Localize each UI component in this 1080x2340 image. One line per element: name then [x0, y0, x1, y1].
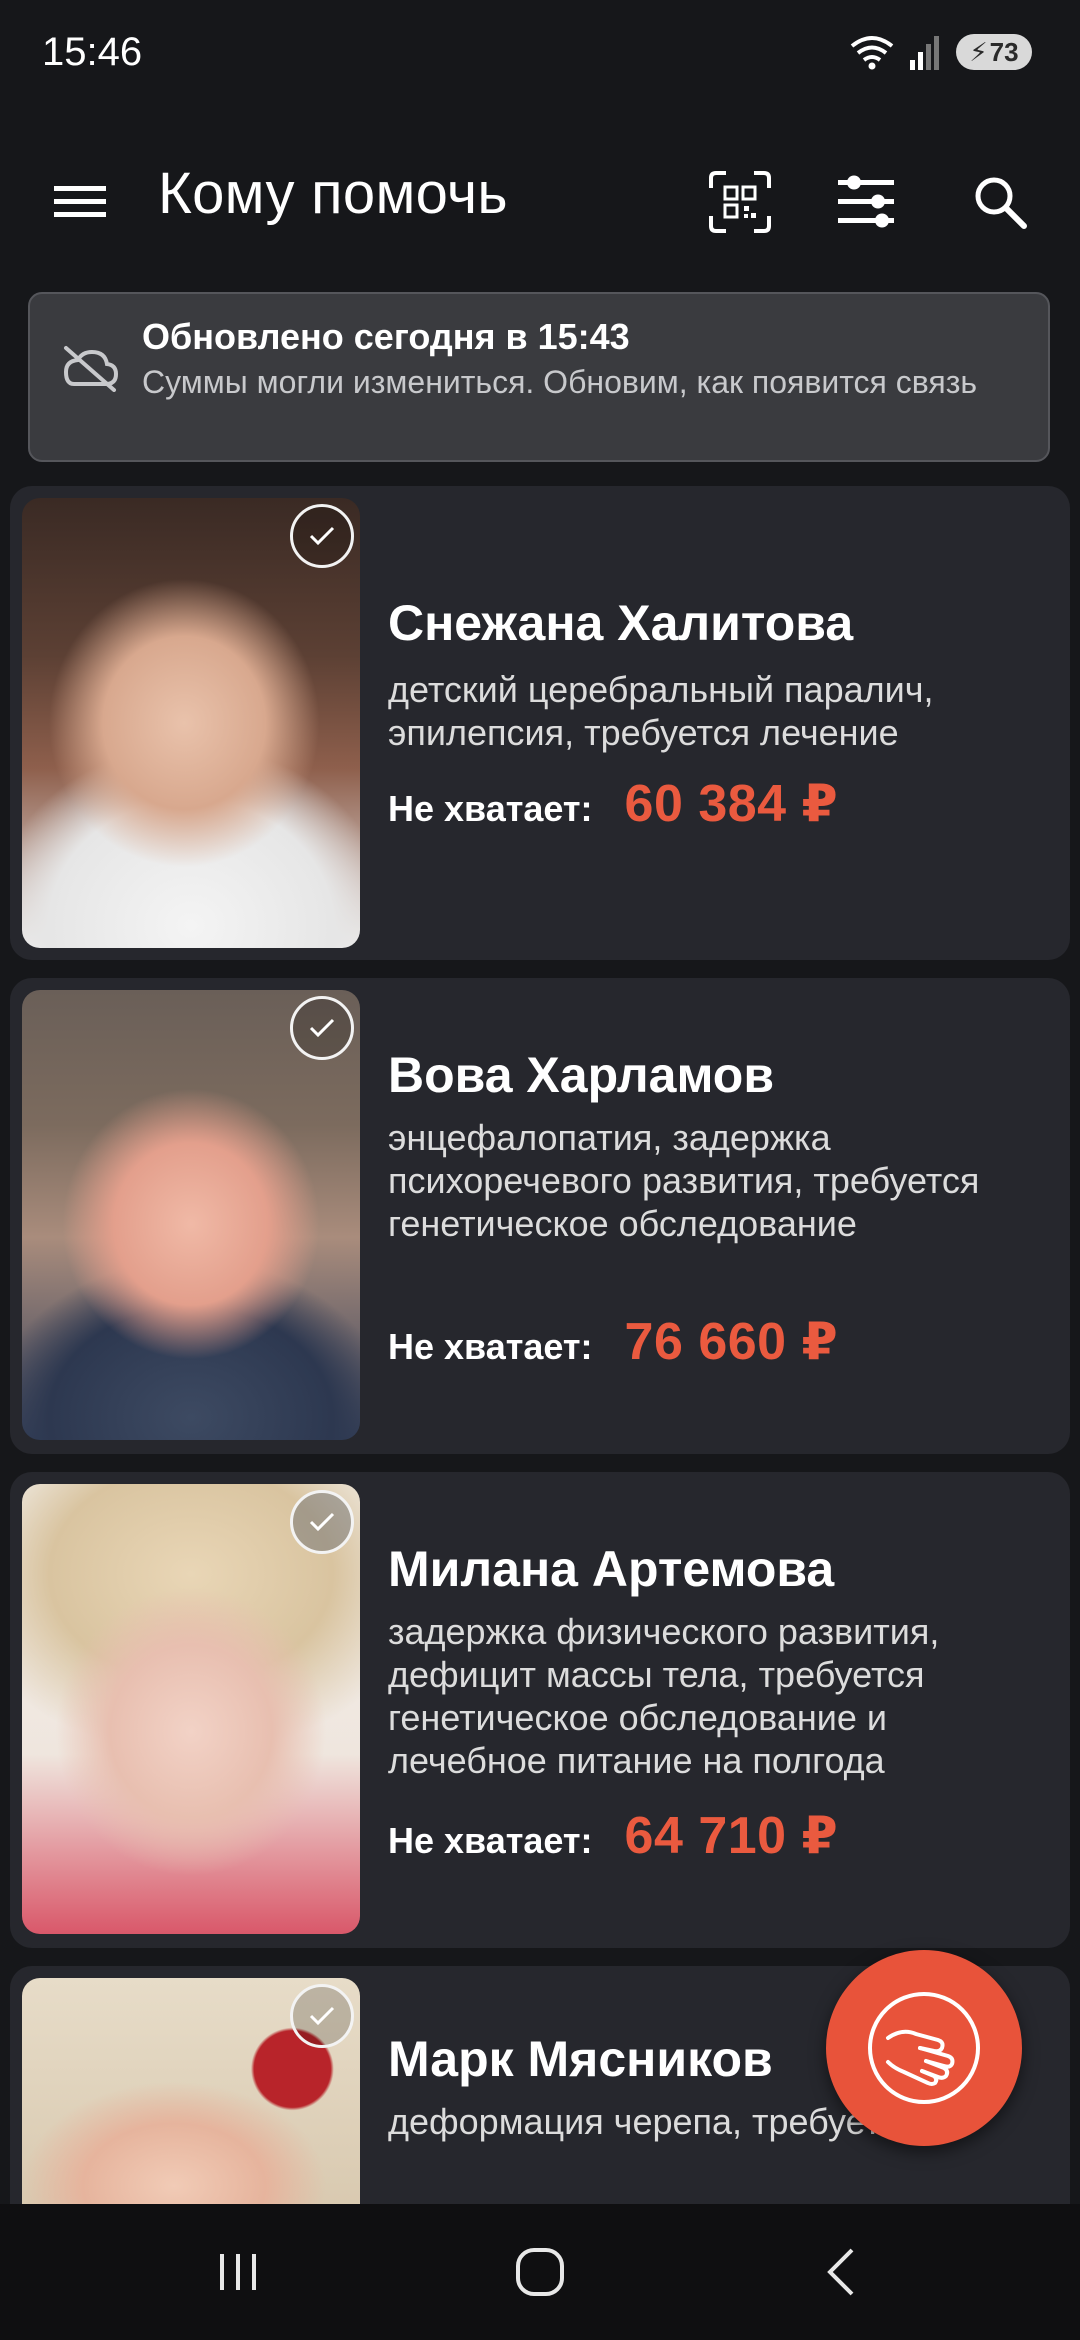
- cloud-off-icon: [63, 346, 119, 392]
- need-label: Не хватает:: [388, 1326, 593, 1367]
- child-photo: [22, 498, 360, 948]
- child-diagnosis: энцефалопатия, задержка психоречевого ра…: [388, 1117, 980, 1244]
- donate-fab-button[interactable]: [826, 1950, 1022, 2146]
- check-icon[interactable]: [290, 996, 354, 1060]
- child-photo: [22, 990, 360, 1440]
- search-icon: [975, 177, 1027, 229]
- child-name: Милана Артемова: [388, 1541, 835, 1597]
- check-icon[interactable]: [290, 1984, 354, 2048]
- need-label: Не хватает:: [388, 788, 593, 829]
- status-icons: ⚡ 73: [850, 34, 1032, 70]
- banner-text: Суммы могли измениться. Обновим, как поя…: [142, 364, 978, 400]
- banner-title: Обновлено сегодня в 15:43: [142, 316, 630, 357]
- search-button[interactable]: [950, 152, 1050, 252]
- menu-icon: [54, 186, 106, 217]
- need-label: Не хватает:: [388, 1820, 593, 1861]
- filter-button[interactable]: [816, 152, 916, 252]
- battery-indicator: ⚡ 73: [956, 34, 1032, 70]
- child-diagnosis: задержка физического развития, дефицит м…: [388, 1611, 940, 1781]
- home-button[interactable]: [480, 2232, 600, 2312]
- back-button[interactable]: [782, 2232, 902, 2312]
- status-bar: 15:46 ⚡ 73: [0, 0, 1080, 110]
- need-row: Не хватает: 64 710 ₽: [388, 1806, 838, 1866]
- child-card[interactable]: Вова Харламов энцефалопатия, задержка пс…: [10, 978, 1070, 1454]
- wifi-icon: [850, 36, 894, 70]
- app-bar: Кому помочь: [0, 110, 1080, 280]
- helping-hand-icon: [868, 1992, 980, 2104]
- need-row: Не хватает: 60 384 ₽: [388, 774, 838, 834]
- check-icon[interactable]: [290, 1490, 354, 1554]
- child-card[interactable]: Милана Артемова задержка физического раз…: [10, 1472, 1070, 1948]
- child-name: Марк Мясников: [388, 2031, 773, 2087]
- child-photo: [22, 1484, 360, 1934]
- child-photo: [22, 1978, 360, 2204]
- child-name: Вова Харламов: [388, 1047, 775, 1103]
- recent-apps-icon: [220, 2254, 256, 2290]
- need-amount: 60 384 ₽: [624, 775, 839, 833]
- offline-banner: Обновлено сегодня в 15:43 Суммы могли из…: [28, 292, 1050, 462]
- need-amount: 76 660 ₽: [624, 1313, 839, 1371]
- battery-level: 73: [989, 36, 1019, 67]
- qr-scan-icon: [709, 171, 771, 233]
- status-time: 15:46: [42, 30, 143, 74]
- system-nav-bar: [0, 2204, 1080, 2340]
- back-icon: [827, 2248, 854, 2296]
- filter-sliders-icon: [838, 175, 894, 228]
- need-row: Не хватает: 76 660 ₽: [388, 1312, 838, 1372]
- check-icon[interactable]: [290, 504, 354, 568]
- home-icon: [516, 2248, 564, 2296]
- qr-scan-button[interactable]: [690, 152, 790, 252]
- need-amount: 64 710 ₽: [624, 1807, 839, 1865]
- charging-icon: ⚡: [969, 36, 988, 67]
- child-name: Снежана Халитова: [388, 595, 854, 651]
- child-card[interactable]: Снежана Халитова детский церебральный па…: [10, 486, 1070, 960]
- signal-icon: [910, 36, 939, 70]
- menu-button[interactable]: [40, 162, 120, 242]
- child-diagnosis: детский церебральный паралич, эпилепсия,…: [388, 669, 934, 753]
- recent-apps-button[interactable]: [178, 2232, 298, 2312]
- page-title: Кому помочь: [158, 161, 508, 226]
